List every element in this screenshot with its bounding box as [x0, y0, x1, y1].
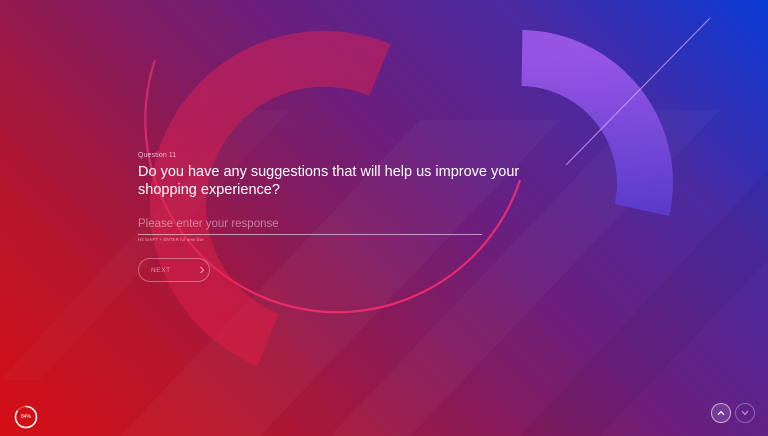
question-text: Do you have any suggestions that will he…	[138, 164, 520, 198]
response-input[interactable]	[138, 214, 482, 235]
chevron-right-icon	[199, 266, 205, 274]
chevron-down-icon	[741, 410, 749, 416]
previous-question-button[interactable]	[711, 403, 731, 423]
next-button[interactable]: NEXT	[138, 258, 210, 282]
chevron-up-icon	[717, 410, 725, 416]
question-number: Question 11	[138, 152, 177, 159]
question-block: Question 11 Do you have any suggestions …	[138, 152, 538, 199]
next-question-button[interactable]	[735, 403, 755, 423]
next-button-label: NEXT	[151, 266, 171, 274]
survey-screen: Question 11 Do you have any suggestions …	[0, 0, 768, 436]
response-area: Hit SHIFT + ENTER for new line	[138, 214, 482, 242]
new-line-hint: Hit SHIFT + ENTER for new line	[138, 236, 204, 242]
progress-indicator: 84%	[14, 405, 38, 429]
progress-label: 84%	[20, 414, 31, 420]
